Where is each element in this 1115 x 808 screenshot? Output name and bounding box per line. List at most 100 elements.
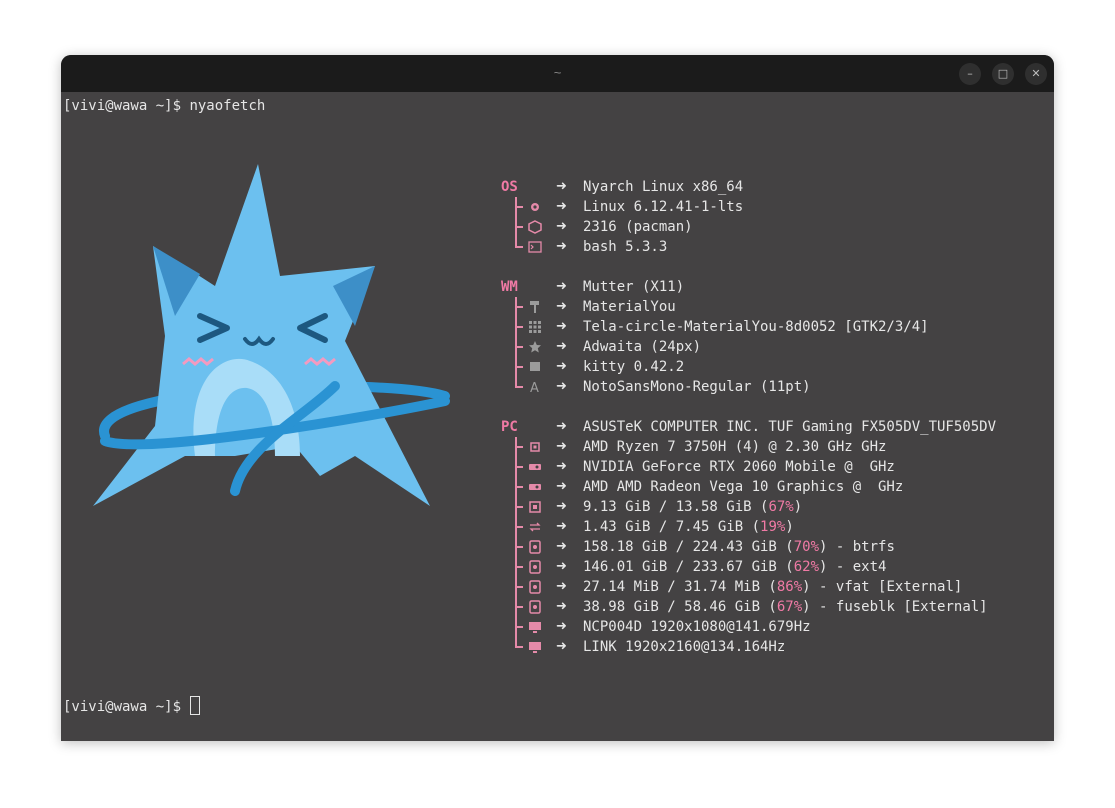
arrow-icon: ➜ (556, 179, 567, 194)
usage-text: 38.98 GiB / 58.46 GiB ( (583, 599, 777, 615)
arrow-icon: ➜ (556, 539, 567, 554)
usage-percent: 19% (760, 519, 786, 535)
close-button[interactable]: ✕ (1025, 63, 1047, 85)
terminal-icon (528, 241, 542, 253)
arrow-icon: ➜ (556, 499, 567, 514)
info-value: Nyarch Linux x86_64 (583, 179, 744, 195)
usage-percent: 86% (776, 579, 803, 595)
info-value: 2316 (pacman) (583, 219, 693, 235)
disk-icon (529, 600, 541, 614)
usage-suffix: ) - btrfs (819, 539, 895, 555)
info-value: 1.43 GiB / 7.45 GiB (19%) (583, 517, 794, 537)
gear-icon (531, 203, 539, 211)
tree-connector (515, 317, 523, 337)
usage-suffix: ) (793, 499, 803, 515)
arrow-icon: ➜ (556, 419, 567, 434)
usage-text: 1.43 GiB / 7.45 GiB ( (583, 519, 761, 535)
grid-icon (529, 321, 541, 333)
text-cursor[interactable] (190, 696, 201, 715)
arrow-icon: ➜ (556, 459, 567, 474)
section-label: OS (501, 179, 518, 195)
tree-connector (515, 477, 523, 497)
terminal-area[interactable]: [vivi@wawa ~]$ nyaofetch OS ➜ Nyarch Linux… (61, 92, 1054, 741)
command-text: nyaofetch (189, 98, 266, 114)
usage-text: 158.18 GiB / 224.43 GiB ( (583, 539, 794, 555)
star-icon (529, 341, 541, 353)
tree-connector (515, 537, 523, 557)
arrow-icon: ➜ (556, 319, 567, 334)
arrow-icon: ➜ (556, 219, 567, 234)
arrow-icon: ➜ (556, 339, 567, 354)
package-icon (528, 220, 542, 234)
tree-connector (515, 517, 523, 537)
tree-connector (515, 637, 523, 657)
info-value: NotoSansMono-Regular (11pt) (583, 379, 811, 395)
disk-icon (529, 540, 541, 554)
prompt-line: [vivi@wawa ~]$ (63, 696, 201, 717)
usage-percent: 67% (768, 499, 794, 515)
usage-percent: 67% (776, 599, 803, 615)
usage-suffix: ) - fuseblk [External] (802, 599, 988, 615)
tree-connector (515, 337, 523, 357)
command-line: [vivi@wawa ~]$ nyaofetch (63, 96, 265, 116)
title-bar[interactable]: ~ – □ ✕ (61, 55, 1054, 92)
usage-percent: 70% (793, 539, 820, 555)
monitor-icon (529, 622, 541, 633)
disk-icon (529, 580, 541, 594)
usage-text: 146.01 GiB / 233.67 GiB ( (583, 559, 794, 575)
tree-connector (515, 617, 523, 637)
tree-connector (515, 577, 523, 597)
section-label: PC (501, 419, 518, 435)
info-value: Mutter (X11) (583, 279, 685, 295)
arrow-icon: ➜ (556, 579, 567, 594)
arrow-icon: ➜ (556, 379, 567, 394)
usage-suffix: ) (785, 519, 794, 535)
info-value: NCP004D 1920x1080@141.679Hz (583, 619, 811, 635)
usage-suffix: ) - vfat [External] (802, 579, 963, 595)
info-value: 9.13 GiB / 13.58 GiB (67%) (583, 497, 802, 517)
info-value: AMD Ryzen 7 3750H (4) @ 2.30 GHz GHz (583, 439, 887, 455)
arrow-icon: ➜ (556, 359, 567, 374)
tree-connector (515, 197, 523, 217)
window-title: ~ (553, 65, 562, 80)
usage-percent: 62% (793, 559, 820, 575)
arrow-icon: ➜ (556, 519, 567, 534)
arrow-icon: ➜ (556, 599, 567, 614)
arrow-icon: ➜ (556, 639, 567, 654)
info-value: 27.14 MiB / 31.74 MiB (86%) - vfat [Exte… (583, 577, 962, 597)
tree-connector (515, 497, 523, 517)
usage-text: 9.13 GiB / 13.58 GiB ( (583, 499, 769, 515)
maximize-button[interactable]: □ (992, 63, 1014, 85)
info-value: AMD AMD Radeon Vega 10 Graphics @ GHz (583, 479, 904, 495)
info-value: Linux 6.12.41-1-lts (583, 199, 744, 215)
terminal-window: ~ – □ ✕ [vivi@wawa ~]$ nyaofetch OS ➜ Ny… (61, 55, 1054, 741)
arrow-icon: ➜ (556, 239, 567, 254)
memory-icon (529, 501, 541, 513)
info-value: Tela-circle-MaterialYou-8d0052 [GTK2/3/4… (583, 319, 929, 335)
arrow-icon: ➜ (556, 479, 567, 494)
swap-icon (529, 522, 541, 532)
arrow-icon: ➜ (556, 279, 567, 294)
terminal-small-icon (530, 362, 540, 371)
arrow-icon: ➜ (556, 559, 567, 574)
arrow-icon: ➜ (556, 199, 567, 214)
info-value: kitty 0.42.2 (583, 359, 685, 375)
prompt: [vivi@wawa ~]$ (63, 699, 190, 715)
tree-connector (515, 297, 523, 317)
arrow-icon: ➜ (556, 299, 567, 314)
tree-connector (515, 377, 523, 397)
tree-connector (515, 557, 523, 577)
font-icon: A (530, 381, 539, 394)
prompt: [vivi@wawa ~]$ (63, 98, 190, 114)
tree-connector (515, 357, 523, 377)
svg-text:A: A (530, 381, 539, 394)
usage-text: 27.14 MiB / 31.74 MiB ( (583, 579, 777, 595)
tree-connector (515, 217, 523, 237)
usage-suffix: ) - ext4 (819, 559, 887, 575)
minimize-button[interactable]: – (959, 63, 981, 85)
tree-connector (515, 437, 523, 457)
arrow-icon: ➜ (556, 439, 567, 454)
info-value: bash 5.3.3 (583, 239, 668, 255)
info-value: MaterialYou (583, 299, 676, 315)
monitor-icon (529, 642, 541, 653)
